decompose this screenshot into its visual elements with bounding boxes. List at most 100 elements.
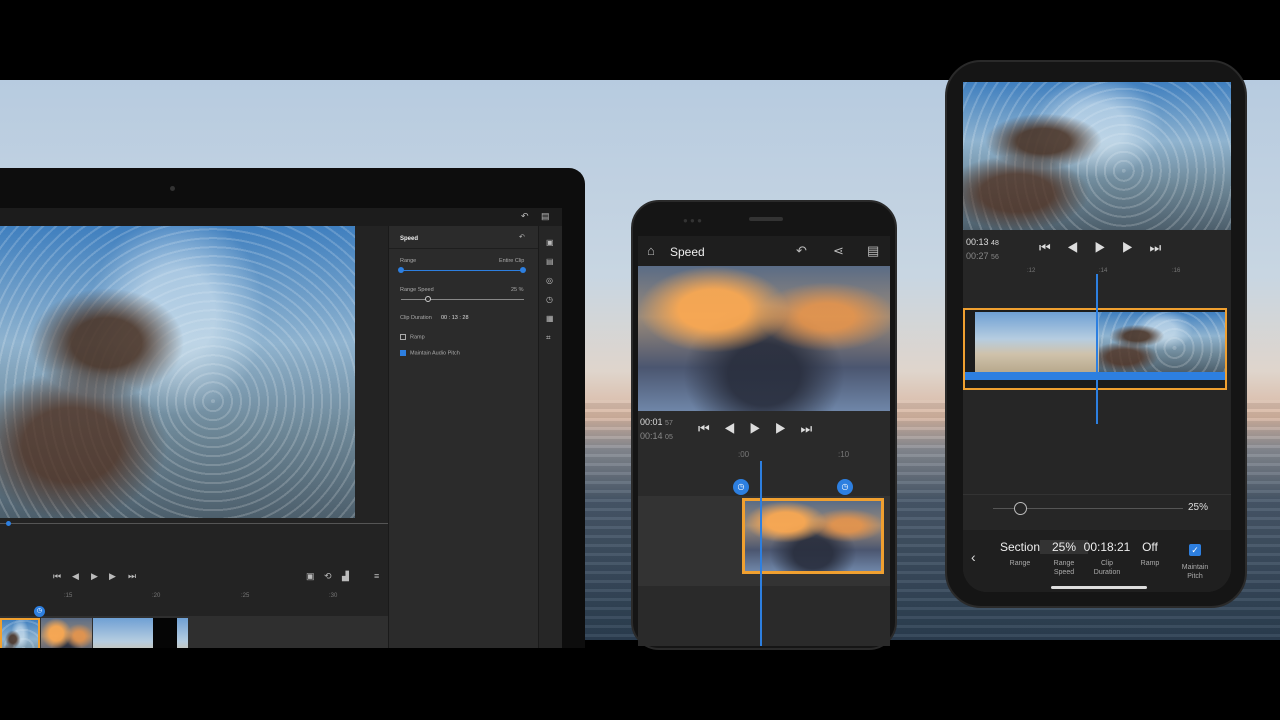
clip-duration-value[interactable]: 00 : 13 : 28 bbox=[441, 315, 469, 321]
laptop-device: ↶ ▤ Speed ↶ Range Entire Clip Range Spee… bbox=[0, 168, 585, 648]
comment-icon[interactable]: ▤ bbox=[541, 212, 550, 221]
android-phone: ● ● ● ⌂ Speed ↶ ⋖ ▤ 00:01 57 00:14 05 ⏮◀… bbox=[631, 200, 897, 650]
playhead[interactable] bbox=[1096, 274, 1098, 424]
skip-forward-icon[interactable]: ⏭ bbox=[801, 421, 827, 436]
range-start-pin[interactable]: ◷ bbox=[733, 479, 749, 495]
phone2-ruler-tick: :14 bbox=[1099, 268, 1108, 274]
timeline-clip[interactable] bbox=[41, 618, 92, 648]
phone-sensors: ● ● ● bbox=[683, 216, 702, 225]
fit-icon[interactable]: ▣ bbox=[306, 572, 315, 581]
comment-icon[interactable]: ▤ bbox=[867, 244, 879, 257]
option-value: Section bbox=[999, 540, 1041, 554]
selected-clip[interactable] bbox=[963, 308, 1227, 390]
option-clip-duration[interactable]: 00:18:21 Clip Duration bbox=[1083, 540, 1131, 577]
timeline-clip[interactable] bbox=[93, 618, 153, 648]
option-value: 25% bbox=[1040, 540, 1088, 554]
range-speed-value: 25 % bbox=[511, 287, 524, 293]
menu-icon[interactable]: ≡ bbox=[374, 572, 379, 581]
speed-panel: Speed ↶ Range Entire Clip Range Speed 25… bbox=[388, 226, 539, 648]
back-chevron-icon[interactable]: ‹ bbox=[971, 550, 976, 564]
skip-back-icon[interactable]: ⏮ bbox=[698, 421, 724, 436]
laptop-ruler-tick: :25 bbox=[241, 593, 250, 599]
step-back-icon[interactable]: ◀ bbox=[724, 421, 750, 436]
skip-forward-icon[interactable]: ⏭ bbox=[1150, 240, 1178, 255]
maintain-pitch-label: Maintain Audio Pitch bbox=[410, 350, 460, 357]
timeline-clip-selected[interactable] bbox=[0, 618, 40, 648]
option-label: Clip Duration bbox=[1093, 560, 1121, 576]
share-icon[interactable]: ⋖ bbox=[833, 244, 844, 257]
speed-icon[interactable]: ◷ bbox=[546, 295, 553, 304]
speed-slider-row: 25% bbox=[963, 494, 1231, 524]
phone2-transport: ⏮◀▶▶⏭ bbox=[1039, 240, 1177, 256]
option-range-speed[interactable]: 25% Range Speed bbox=[1040, 540, 1088, 577]
skip-back-icon[interactable]: ⏮ bbox=[53, 572, 61, 581]
scrub-bar[interactable] bbox=[0, 523, 388, 524]
checkbox-checked-icon[interactable]: ✓ bbox=[1189, 544, 1201, 556]
ramp-option[interactable]: Ramp bbox=[400, 334, 425, 340]
phone1-title: Speed bbox=[670, 245, 705, 259]
laptop-top-bar: ↶ ▤ bbox=[0, 208, 562, 226]
option-value: Off bbox=[1142, 540, 1158, 554]
range-slider[interactable] bbox=[401, 270, 524, 271]
option-range[interactable]: Section Range bbox=[996, 540, 1044, 568]
export-icon[interactable]: ▟ bbox=[342, 572, 349, 581]
ramp-checkbox[interactable] bbox=[400, 334, 406, 340]
option-maintain-pitch[interactable]: ✓ Maintain Pitch bbox=[1171, 540, 1219, 581]
speed-slider-value: 25% bbox=[1188, 502, 1209, 513]
timeline-clip[interactable] bbox=[177, 618, 188, 648]
playhead[interactable] bbox=[760, 461, 762, 646]
play-icon[interactable]: ▶ bbox=[91, 572, 98, 581]
phone1-transport: ⏮◀▶▶⏭ bbox=[698, 421, 826, 437]
skip-forward-icon[interactable]: ⏭ bbox=[128, 572, 136, 581]
step-forward-icon[interactable]: ▶ bbox=[1122, 240, 1150, 255]
option-label: Range bbox=[1009, 560, 1031, 567]
step-back-icon[interactable]: ◀ bbox=[1067, 240, 1095, 255]
phone2-video-viewer bbox=[963, 82, 1231, 230]
play-icon[interactable]: ▶ bbox=[749, 421, 775, 436]
step-back-icon[interactable]: ◀ bbox=[72, 572, 79, 581]
step-forward-icon[interactable]: ▶ bbox=[775, 421, 801, 436]
speed-range-bar[interactable] bbox=[965, 372, 1225, 380]
timeline-clip-black[interactable] bbox=[153, 618, 177, 648]
reset-icon[interactable]: ↶ bbox=[519, 234, 525, 241]
selected-clip[interactable] bbox=[742, 498, 884, 574]
phone1-header: ⌂ Speed ↶ ⋖ ▤ bbox=[638, 236, 890, 266]
marketing-scene: ↶ ▤ Speed ↶ Range Entire Clip Range Spee… bbox=[0, 0, 1280, 720]
grid-icon[interactable]: ▦ bbox=[546, 314, 554, 323]
option-value: 00:18:21 bbox=[1083, 540, 1131, 554]
maintain-pitch-option[interactable]: Maintain Audio Pitch bbox=[400, 350, 460, 356]
loop-icon[interactable]: ⟲ bbox=[324, 572, 332, 581]
maintain-pitch-checkbox[interactable] bbox=[400, 350, 406, 356]
range-end-handle[interactable] bbox=[520, 267, 526, 273]
clip-thumbnail bbox=[975, 312, 1099, 372]
speed-marker-pin[interactable]: ◷ bbox=[34, 606, 45, 617]
laptop-ruler-tick: :30 bbox=[329, 593, 338, 599]
range-speed-slider[interactable] bbox=[401, 299, 524, 300]
option-ramp[interactable]: Off Ramp bbox=[1126, 540, 1174, 568]
undo-icon[interactable]: ↶ bbox=[521, 212, 529, 221]
play-icon[interactable]: ▶ bbox=[1094, 240, 1122, 255]
ramp-label: Ramp bbox=[410, 334, 425, 341]
speed-slider-thumb[interactable] bbox=[1014, 502, 1027, 515]
range-start-handle[interactable] bbox=[398, 267, 404, 273]
phone2-ruler-tick: :16 bbox=[1172, 268, 1181, 274]
total-frames: 05 bbox=[665, 434, 673, 441]
range-end-pin[interactable]: ◷ bbox=[837, 479, 853, 495]
color-icon[interactable]: ◎ bbox=[546, 276, 553, 285]
undo-icon[interactable]: ↶ bbox=[796, 244, 807, 257]
option-label: Range Speed bbox=[1053, 560, 1075, 576]
laptop-timeline-track bbox=[0, 616, 388, 648]
phone1-video-viewer bbox=[638, 266, 890, 411]
laptop-video-viewer bbox=[0, 226, 355, 518]
range-speed-handle[interactable] bbox=[425, 296, 431, 302]
media-icon[interactable]: ▤ bbox=[546, 257, 554, 266]
home-icon[interactable]: ⌂ bbox=[647, 244, 655, 257]
speed-panel-title: Speed bbox=[400, 236, 419, 242]
skip-back-icon[interactable]: ⏮ bbox=[1039, 240, 1067, 255]
scrub-handle[interactable] bbox=[6, 521, 11, 526]
crop-icon[interactable]: ⌗ bbox=[546, 333, 551, 343]
phone2-screen: 00:13 48 00:27 56 ⏮◀▶▶⏭ :12 :14 :16 25% … bbox=[963, 82, 1231, 592]
project-icon[interactable]: ▣ bbox=[546, 238, 554, 247]
step-forward-icon[interactable]: ▶ bbox=[109, 572, 116, 581]
total-time: 00:14 bbox=[640, 431, 663, 441]
